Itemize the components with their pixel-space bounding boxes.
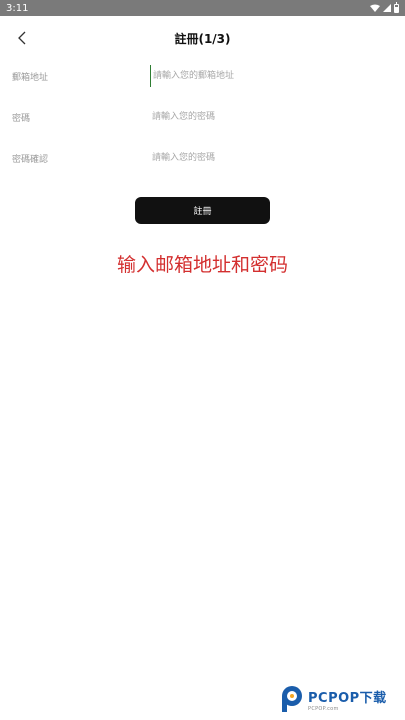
password-input[interactable] [150,106,380,128]
email-label: 郵箱地址 [12,72,49,83]
email-row: 郵箱地址 [0,61,405,91]
watermark-sub: PCPOP.com [308,705,339,712]
password-confirm-input[interactable] [150,147,380,169]
back-button[interactable] [10,26,34,50]
chevron-left-icon [18,31,26,45]
pcpop-logo-icon [282,686,302,712]
password-confirm-row: 密碼確認 [0,143,405,173]
register-button[interactable]: 註冊 [135,197,270,224]
watermark-name: PCPOP下载 [308,690,387,706]
page-title: 註冊(1/3) [174,31,231,46]
signal-icon [383,4,391,12]
wifi-icon [370,4,380,12]
password-row: 密碼 [0,102,405,132]
password-confirm-label: 密碼確認 [12,154,49,165]
email-input[interactable] [150,65,380,87]
instruction-caption: 输入邮箱地址和密码 [116,254,288,276]
battery-icon [394,1,399,13]
password-label: 密碼 [12,113,31,124]
header: 註冊(1/3) [0,16,405,60]
status-icons [370,1,399,13]
watermark: PCPOP下载 PCPOP.com [280,684,387,714]
status-time: 3:11 [6,2,29,14]
status-bar: 3:11 [0,0,405,16]
